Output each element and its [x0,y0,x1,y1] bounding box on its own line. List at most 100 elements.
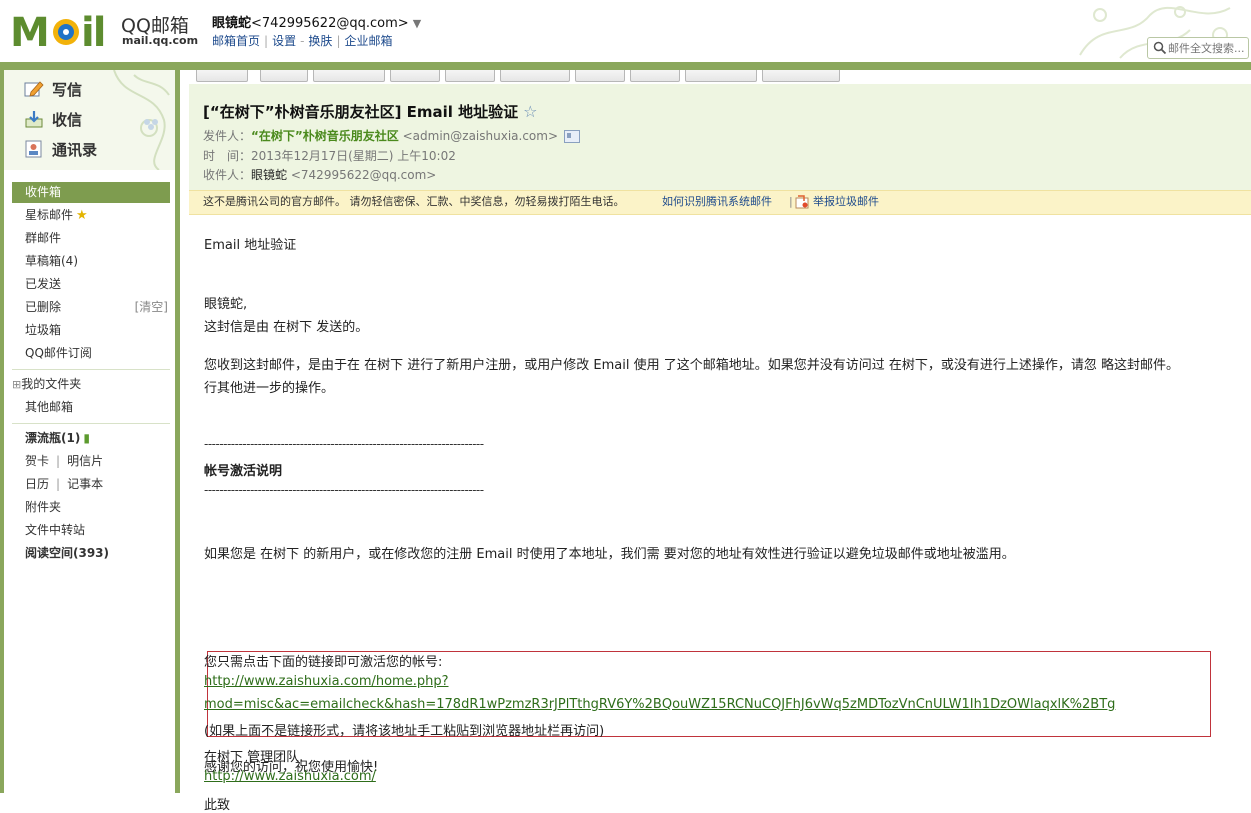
link-postcard[interactable]: 明信片 [67,454,103,468]
identify-system-mail-link[interactable]: 如何识别腾讯系统邮件 [662,191,772,213]
report-spam-link[interactable]: 举报垃圾邮件 [813,191,879,213]
qq-mail-logo[interactable]: M il [8,8,118,52]
folder-card-postcard: 贺卡 | 明信片 [25,454,104,468]
warning-text: 这不是腾讯公司的官方邮件。 请勿轻信密保、汇款、中奖信息，勿轻易拨打陌生电话。 [203,195,625,208]
sidebar: 写信 收信 通讯录 收件箱 星标邮件 ★ 群邮件 草稿箱(4) 已发送 已删除 … [0,70,180,793]
activation-link-continued[interactable]: mod=misc&ac=emailcheck&hash=178dR1wPzmzR… [204,697,1115,712]
regards-line: 此致 [204,798,231,813]
pencil-icon [24,81,44,97]
folder-subscription[interactable]: QQ邮件订阅 [12,343,170,364]
recipient-email: <742995622@qq.com> [290,168,437,182]
expand-icon[interactable]: ⊞ [12,378,21,391]
search-input[interactable] [1168,40,1248,56]
write-button[interactable]: 写信 [24,77,82,101]
folder-starred[interactable]: 星标邮件 ★ [12,205,170,226]
toolbar-button[interactable] [260,70,308,82]
body-line: 这封信是由 在树下 发送的。 [204,320,369,335]
clear-deleted-link[interactable]: [清空] [135,297,168,318]
toolbar-button[interactable] [313,70,385,82]
recipient-line: 收件人：眼镜蛇 <742995622@qq.com> [203,168,437,182]
receive-label: 收信 [52,110,83,129]
toolbar-button[interactable] [630,70,680,82]
link-skin[interactable]: 换肤 [308,34,332,48]
toolbar-button[interactable] [575,70,625,82]
sidebar-panel: 写信 收信 通讯录 收件箱 星标邮件 ★ 群邮件 草稿箱(4) 已发送 已删除 … [4,70,175,793]
sidebar-divider [12,423,170,424]
address-book-icon [25,140,42,158]
folder-inbox[interactable]: 收件箱 [12,182,170,203]
report-icon [795,195,809,209]
svg-text:M: M [10,10,48,52]
chevron-down-icon[interactable]: ▼ [413,17,421,30]
search-icon [1153,41,1167,55]
mail-header: [“在树下”朴树音乐朋友社区] Email 地址验证 ☆ 发件人：“在树下”朴树音… [189,84,1251,190]
svg-text:il: il [81,10,104,52]
link-calendar[interactable]: 日历 [25,477,49,491]
folder-calendar-notes: 日历 | 记事本 [25,477,104,491]
copy-hint: (如果上面不是链接形式，请将该地址手工粘贴到浏览器地址栏再访问) [204,724,605,739]
compose-area: 写信 收信 通讯录 [4,70,175,170]
link-card[interactable]: 贺卡 [25,454,49,468]
security-warning-bar: 这不是腾讯公司的官方邮件。 请勿轻信密保、汇款、中奖信息，勿轻易拨打陌生电话。 … [189,190,1251,215]
link-notes[interactable]: 记事本 [67,477,103,491]
folder-drift-bottle[interactable]: 漂流瓶(1) ▮ [12,428,170,449]
header-links: 邮箱首页 | 设置 - 换肤 | 企业邮箱 [212,34,393,48]
sidebar-floral-decoration [113,70,170,170]
toolbar-button[interactable] [196,70,248,82]
recipient-name[interactable]: 眼镜蛇 [251,168,287,182]
header: M il QQ邮箱 mail.qq.com 眼镜蛇<742995622@qq.c… [0,0,1251,66]
body-paragraph: 您收到这封邮件，是由于在 在树下 进行了新用户注册，或用户修改 Email 使用… [204,358,1179,373]
write-label: 写信 [52,80,83,99]
sender-line: 发件人：“在树下”朴树音乐朋友社区 <admin@zaishuxia.com> [203,127,581,144]
link-mail-home[interactable]: 邮箱首页 [212,34,260,48]
folder-attachments[interactable]: 附件夹 [12,497,170,518]
folder-reading-space[interactable]: 阅读空间(393) [12,543,170,564]
inbox-download-icon [25,111,43,128]
folder-deleted[interactable]: 已删除 [清空] [12,297,170,318]
toolbar-button[interactable] [445,70,495,82]
body-paragraph: 如果您是 在树下 的新用户，或在修改您的注册 Email 时使用了本地址，我们需… [204,547,1015,562]
mail-subject: [“在树下”朴树音乐朋友社区] Email 地址验证 ☆ [203,102,538,121]
body-paragraph-continued: 行其他进一步的操作。 [204,381,335,396]
link-settings[interactable]: 设置 [272,34,296,48]
team-signature: 在树下 管理团队. [204,750,304,765]
contacts-label: 通讯录 [52,140,98,159]
folder-sent[interactable]: 已发送 [12,274,170,295]
activation-link[interactable]: http://www.zaishuxia.com/home.php? [204,674,449,689]
user-name: 眼镜蛇 [212,16,252,31]
dash-divider: ----------------------------------------… [204,483,484,497]
folder-file-transfer[interactable]: 文件中转站 [12,520,170,541]
site-link[interactable]: http://www.zaishuxia.com/ [204,769,376,784]
user-info: 眼镜蛇<742995622@qq.com> ▼ [212,12,421,31]
toolbar [189,70,1251,84]
sender-name[interactable]: “在树下”朴树音乐朋友社区 [251,129,399,143]
receive-button[interactable]: 收信 [24,107,82,131]
toolbar-button[interactable] [762,70,840,82]
folder-other-mail[interactable]: 其他邮箱 [12,397,170,418]
body-greeting: 眼镜蛇, [204,297,248,312]
contact-card-icon[interactable] [564,130,581,143]
time-line: 时 间：2013年12月17日(星期二) 上午10:02 [203,149,456,163]
sender-email: <admin@zaishuxia.com> [402,129,559,143]
section-heading: 帐号激活说明 [204,464,283,479]
folder-group[interactable]: 群邮件 [12,228,170,249]
folder-my-folders[interactable]: ⊞我的文件夹 [12,374,170,395]
folder-spam[interactable]: 垃圾箱 [12,320,170,341]
link-enterprise[interactable]: 企业邮箱 [344,34,392,48]
star-icon: ★ [76,208,88,223]
sidebar-divider [12,369,170,370]
folder-drafts[interactable]: 草稿箱(4) [12,251,170,272]
click-hint: 您只需点击下面的链接即可激活您的帐号: [204,655,443,670]
search-box[interactable] [1147,37,1249,59]
toolbar-button[interactable] [390,70,440,82]
toolbar-button[interactable] [500,70,570,82]
dash-divider: ----------------------------------------… [204,437,484,451]
header-divider [0,62,1251,70]
star-outline-icon[interactable]: ☆ [523,102,537,121]
toolbar-button[interactable] [685,70,757,82]
mail-view: [“在树下”朴树音乐朋友社区] Email 地址验证 ☆ 发件人：“在树下”朴树音… [189,70,1251,813]
contacts-button[interactable]: 通讯录 [24,137,97,161]
mail-body: Email 地址验证 眼镜蛇, 这封信是由 在树下 发送的。 您收到这封邮件，是… [204,215,1251,813]
mail-time: 2013年12月17日(星期二) 上午10:02 [251,149,456,163]
bottle-icon: ▮ [83,431,90,445]
